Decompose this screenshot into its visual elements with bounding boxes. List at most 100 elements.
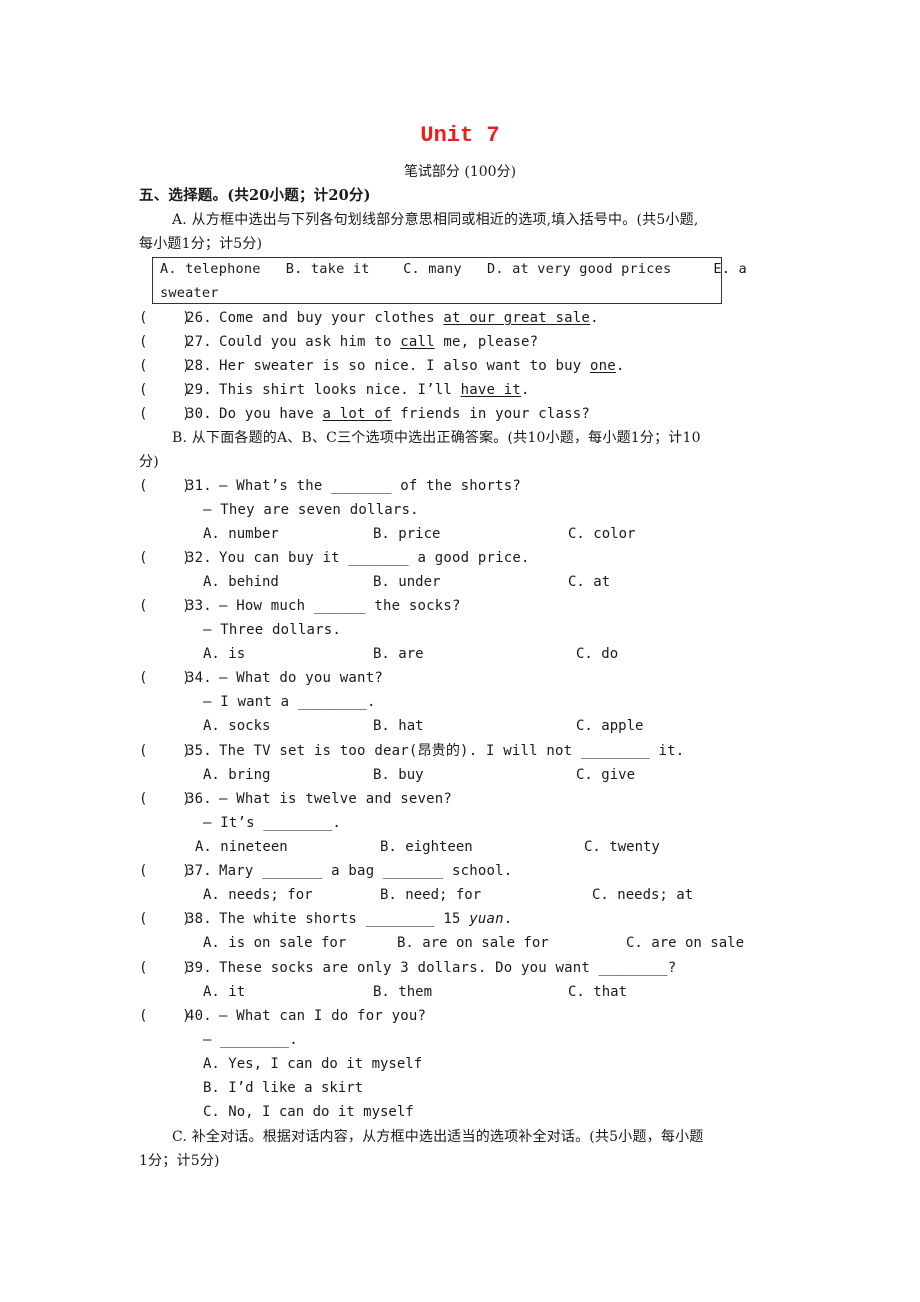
question-number: 29. — [186, 382, 212, 398]
option-a[interactable]: A. behind — [203, 572, 279, 592]
question-text-before: Her sweater is so nice. I also want to b… — [219, 358, 591, 374]
question-number: 26. — [186, 310, 212, 326]
question-reply: — They are seven dollars. — [203, 502, 419, 518]
question-number: 34. — [186, 670, 212, 686]
question-number: 36. — [186, 791, 212, 807]
option-a[interactable]: A. bring — [203, 765, 270, 785]
section-heading: 五、选择题。(共20小题；计20分) — [139, 187, 371, 204]
underlined-phrase: call — [400, 334, 435, 350]
option-c[interactable]: C. twenty — [584, 837, 660, 857]
option-b[interactable]: B. under — [373, 572, 440, 592]
answer-paren[interactable]: ( ) — [139, 548, 191, 568]
option-b[interactable]: B. eighteen — [380, 837, 473, 857]
option-c[interactable]: C. are on sale — [626, 933, 744, 953]
question-stem: The TV set is too dear(昂贵的). I will not … — [219, 743, 685, 759]
question-reply: — I want a ________. — [203, 694, 376, 710]
option-b[interactable]: B. them — [373, 982, 432, 1002]
question-text: Do you have a lot of friends in your cla… — [219, 404, 590, 424]
underlined-phrase: have it — [460, 382, 522, 398]
question-stem: The white shorts ________ 15 yuan. — [219, 909, 512, 929]
option-b[interactable]: B. buy — [373, 765, 424, 785]
option-c[interactable]: C. that — [568, 982, 627, 1002]
question-number: 38. — [186, 911, 212, 927]
question-text-after: . — [615, 358, 625, 374]
option-a[interactable]: A. needs; for — [203, 885, 313, 905]
part-a-instruction-line1: A. 从方框中选出与下列各句划线部分意思相同或相近的选项,填入括号中。(共5小题… — [172, 212, 699, 228]
answer-paren[interactable]: ( ) — [139, 596, 191, 616]
answer-paren[interactable]: ( ) — [139, 356, 191, 376]
question-stem: These socks are only 3 dollars. Do you w… — [219, 960, 677, 976]
option-c[interactable]: C. apple — [576, 716, 643, 736]
question-text-after: me, please? — [434, 334, 539, 350]
question-number: 37. — [186, 863, 212, 879]
question-stem: — What do you want? — [219, 670, 383, 686]
option-a[interactable]: A. it — [203, 982, 245, 1002]
question-text-before: This shirt looks nice. I’ll — [219, 382, 461, 398]
answer-paren[interactable]: ( ) — [139, 909, 191, 929]
question-number: 33. — [186, 598, 212, 614]
question-text-after: . — [590, 310, 599, 326]
options-box-line1: A. telephone B. take it C. many D. at ve… — [160, 261, 747, 277]
question-text-before: Come and buy your clothes — [219, 310, 444, 326]
question-text-after: friends in your class? — [391, 406, 591, 422]
option-a[interactable]: A. number — [203, 524, 279, 544]
answer-paren[interactable]: ( ) — [139, 861, 191, 881]
stem-before: The white shorts ________ 15 — [219, 911, 470, 927]
answer-paren[interactable]: ( ) — [139, 332, 191, 352]
option-b[interactable]: B. are — [373, 644, 424, 664]
question-number: 31. — [186, 478, 212, 494]
option-c[interactable]: C. No, I can do it myself — [203, 1102, 414, 1122]
question-number: 35. — [186, 743, 212, 759]
option-b[interactable]: B. are on sale for — [397, 933, 549, 953]
answer-paren[interactable]: ( ) — [139, 958, 191, 978]
question-number: 30. — [186, 406, 212, 422]
option-a[interactable]: A. is — [203, 644, 245, 664]
question-reply: — ________. — [203, 1032, 298, 1048]
answer-paren[interactable]: ( ) — [139, 741, 191, 761]
option-a[interactable]: A. is on sale for — [203, 933, 346, 953]
options-box-line2: sweater — [160, 285, 219, 301]
underlined-phrase: one — [590, 358, 616, 374]
question-text-before: Do you have — [219, 406, 323, 422]
question-text-before: Could you ask him to — [219, 334, 401, 350]
question-text-after: . — [521, 382, 530, 398]
question-text: Come and buy your clothes at our great s… — [219, 308, 599, 328]
question-text: Could you ask him to call me, please? — [219, 332, 538, 352]
answer-paren[interactable]: ( ) — [139, 380, 191, 400]
option-a[interactable]: A. Yes, I can do it myself — [203, 1054, 422, 1074]
question-number: 40. — [186, 1008, 212, 1024]
question-reply: — Three dollars. — [203, 622, 342, 638]
answer-paren[interactable]: ( ) — [139, 404, 191, 424]
answer-paren[interactable]: ( ) — [139, 668, 191, 688]
option-c[interactable]: C. color — [568, 524, 635, 544]
option-a[interactable]: A. socks — [203, 716, 270, 736]
option-b[interactable]: B. price — [373, 524, 440, 544]
document-page: Unit 7 笔试部分 (100分) 五、选择题。(共20小题；计20分) A.… — [0, 0, 920, 1302]
exam-subtitle: 笔试部分 (100分) — [403, 164, 517, 180]
question-stem: — What is twelve and seven? — [219, 791, 452, 807]
question-text: This shirt looks nice. I’ll have it. — [219, 380, 530, 400]
answer-paren[interactable]: ( ) — [139, 789, 191, 809]
option-b[interactable]: B. need; for — [380, 885, 481, 905]
option-b[interactable]: B. I’d like a skirt — [203, 1078, 363, 1098]
stem-italic: yuan — [469, 911, 504, 927]
question-text: Her sweater is so nice. I also want to b… — [219, 356, 625, 376]
part-c-instruction-line1: C. 补全对话。根据对话内容，从方框中选出适当的选项补全对话。(共5小题，每小题 — [172, 1129, 704, 1145]
answer-paren[interactable]: ( ) — [139, 308, 191, 328]
answer-paren[interactable]: ( ) — [139, 1006, 191, 1026]
question-number: 32. — [186, 550, 212, 566]
stem-after: . — [503, 911, 513, 927]
underlined-phrase: at our great sale — [443, 310, 591, 326]
part-c-instruction-line2: 1分；计5分) — [139, 1153, 220, 1169]
answer-paren[interactable]: ( ) — [139, 476, 191, 496]
option-c[interactable]: C. needs; at — [592, 885, 693, 905]
part-b-instruction-line1: B. 从下面各题的A、B、C三个选项中选出正确答案。(共10小题，每小题1分；计… — [172, 430, 701, 446]
option-c[interactable]: C. give — [576, 765, 635, 785]
option-b[interactable]: B. hat — [373, 716, 424, 736]
question-number: 39. — [186, 960, 212, 976]
question-stem: — How much ______ the socks? — [219, 598, 461, 614]
option-a[interactable]: A. nineteen — [195, 837, 288, 857]
option-c[interactable]: C. at — [568, 572, 610, 592]
question-number: 27. — [186, 334, 212, 350]
option-c[interactable]: C. do — [576, 644, 618, 664]
